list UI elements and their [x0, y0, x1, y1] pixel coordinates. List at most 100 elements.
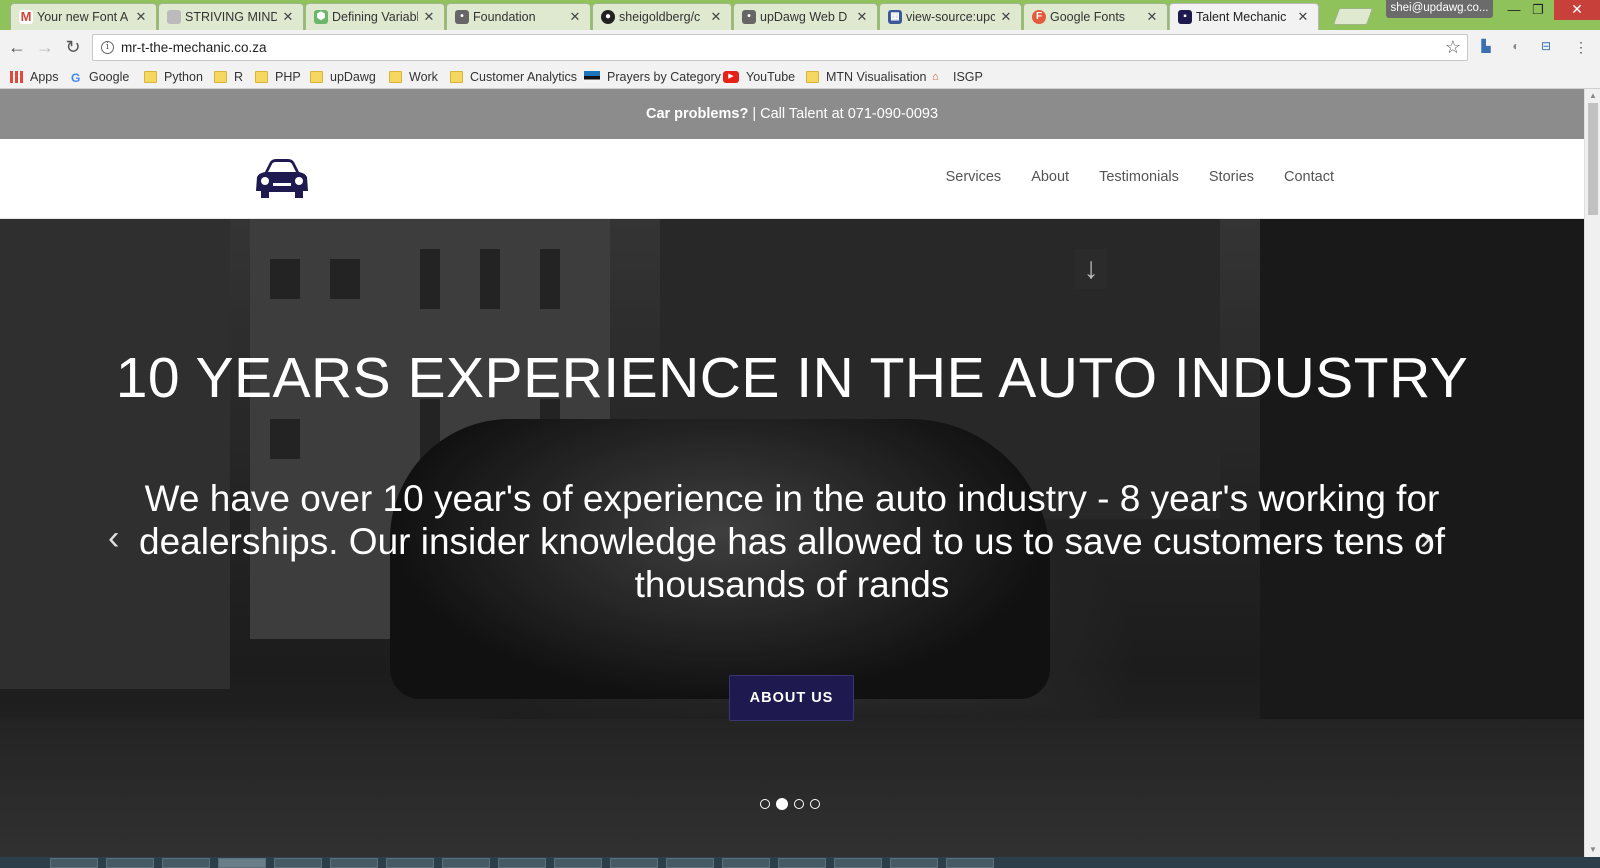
tab-google-fonts[interactable]: F Google Fonts ✕ — [1023, 3, 1168, 30]
bookmark-updawg[interactable]: upDawg — [310, 68, 376, 85]
url-text[interactable]: mr-t-the-mechanic.co.za — [121, 40, 267, 55]
taskbar-item[interactable] — [498, 858, 546, 868]
close-icon[interactable]: ✕ — [855, 9, 869, 25]
carousel-dot-4[interactable] — [810, 799, 820, 809]
extension-badge-icon[interactable]: ⊟ — [1537, 39, 1555, 55]
bookmark-isgp[interactable]: ⌂ ISGP — [932, 68, 983, 85]
taskbar-item[interactable] — [946, 858, 994, 868]
bookmark-r[interactable]: R — [214, 68, 243, 85]
bookmark-customer-analytics[interactable]: Customer Analytics — [450, 68, 577, 85]
close-icon[interactable]: ✕ — [281, 9, 295, 25]
about-us-button[interactable]: ABOUT US — [729, 675, 854, 721]
tab-gmail[interactable]: M Your new Font A ✕ — [10, 3, 157, 30]
flag-icon — [584, 70, 600, 83]
nav-about[interactable]: About — [1031, 169, 1069, 185]
close-icon[interactable]: ✕ — [1296, 9, 1310, 25]
reload-icon[interactable]: ↻ — [62, 37, 84, 57]
tab-title: STRIVING MIND — [185, 10, 277, 24]
extension-icon[interactable]: ◐ — [1507, 39, 1525, 55]
profile-badge[interactable]: shei@updawg.co... — [1386, 0, 1493, 18]
bookmark-label: upDawg — [330, 69, 376, 84]
nav-contact[interactable]: Contact — [1284, 169, 1334, 185]
taskbar-item[interactable] — [834, 858, 882, 868]
close-icon[interactable]: ✕ — [568, 9, 582, 25]
scrollbar-thumb[interactable] — [1588, 103, 1598, 215]
bookmark-google[interactable]: G Google — [71, 68, 129, 85]
carousel-dot-3[interactable] — [794, 799, 804, 809]
address-bar[interactable]: i mr-t-the-mechanic.co.za ☆ — [92, 34, 1468, 61]
tab-updawg-web[interactable]: • upDawg Web D ✕ — [733, 3, 878, 30]
tab-title: Foundation — [473, 10, 536, 24]
folder-icon — [214, 70, 227, 83]
taskbar-item[interactable] — [666, 858, 714, 868]
analytics-extension-icon[interactable]: ▙ — [1477, 39, 1495, 55]
main-nav: Services About Testimonials Stories Cont… — [946, 169, 1334, 185]
apps-grid-icon — [10, 70, 23, 83]
window-close-icon[interactable]: ✕ — [1554, 0, 1600, 20]
forward-arrow-icon[interactable]: → — [34, 37, 56, 57]
taskbar-item[interactable] — [162, 858, 210, 868]
folder-icon — [255, 70, 268, 83]
taskbar-item[interactable] — [330, 858, 378, 868]
next-slide-icon[interactable]: › — [1420, 519, 1431, 558]
scroll-down-icon[interactable]: ▼ — [1588, 845, 1598, 854]
taskbar-item[interactable] — [778, 858, 826, 868]
close-icon[interactable]: ✕ — [1145, 9, 1159, 25]
tab-title: Your new Font A — [37, 10, 129, 24]
taskbar-item[interactable] — [722, 858, 770, 868]
carousel-dot-1[interactable] — [760, 799, 770, 809]
google-fonts-icon: F — [1032, 10, 1046, 24]
call-banner: Car problems? | Call Talent at 071-090-0… — [0, 89, 1584, 139]
back-arrow-icon[interactable]: ← — [6, 37, 28, 57]
bookmark-work[interactable]: Work — [389, 68, 438, 85]
taskbar-item[interactable] — [386, 858, 434, 868]
bookmark-prayers[interactable]: Prayers by Category — [584, 68, 721, 85]
bookmark-star-icon[interactable]: ☆ — [1445, 37, 1461, 58]
tab-title: Talent Mechanic — [1196, 10, 1287, 24]
taskbar-item[interactable] — [442, 858, 490, 868]
menu-icon[interactable]: ⋮ — [1572, 39, 1590, 55]
close-icon[interactable]: ✕ — [999, 9, 1013, 25]
os-taskbar — [0, 857, 1600, 868]
tab-view-source[interactable]: ▦ view-source:upc ✕ — [879, 3, 1022, 30]
bookmark-label: ISGP — [953, 69, 983, 84]
bookmark-apps[interactable]: Apps — [10, 68, 59, 85]
new-tab-button[interactable] — [1332, 8, 1374, 25]
page-scrollbar[interactable]: ▲ ▼ — [1584, 89, 1600, 857]
close-icon[interactable]: ✕ — [134, 9, 148, 25]
taskbar-item[interactable] — [218, 858, 266, 868]
bookmark-php[interactable]: PHP — [255, 68, 301, 85]
close-icon[interactable]: ✕ — [422, 9, 436, 25]
tab-github[interactable]: ● sheigoldberg/c ✕ — [592, 3, 732, 30]
nav-services[interactable]: Services — [946, 169, 1002, 185]
info-icon[interactable]: i — [101, 41, 114, 54]
youtube-icon: ▶ — [723, 70, 739, 83]
restore-icon[interactable]: ❐ — [1524, 0, 1552, 22]
folder-icon — [450, 70, 463, 83]
taskbar-item[interactable] — [610, 858, 658, 868]
bookmark-mtn[interactable]: MTN Visualisation — [806, 68, 927, 85]
bookmark-python[interactable]: Python — [144, 68, 203, 85]
nav-stories[interactable]: Stories — [1209, 169, 1254, 185]
close-icon[interactable]: ✕ — [709, 9, 723, 25]
carousel-dot-2[interactable] — [776, 798, 788, 810]
taskbar-item[interactable] — [274, 858, 322, 868]
bookmark-youtube[interactable]: ▶ YouTube — [723, 68, 795, 85]
bookmark-label: YouTube — [746, 69, 796, 84]
taskbar-item[interactable] — [554, 858, 602, 868]
tab-title: upDawg Web D — [760, 10, 848, 24]
tab-striving-mind[interactable]: STRIVING MIND ✕ — [158, 3, 304, 30]
prev-slide-icon[interactable]: ‹ — [108, 519, 119, 558]
tab-defining-variables[interactable]: ⬢ Defining Variabl ✕ — [305, 3, 445, 30]
bookmark-label: Customer Analytics — [470, 69, 577, 84]
car-logo-icon[interactable] — [253, 158, 311, 205]
tab-foundation[interactable]: • Foundation ✕ — [446, 3, 591, 30]
scroll-up-icon[interactable]: ▲ — [1588, 91, 1598, 100]
bookmark-label: Python — [164, 69, 203, 84]
taskbar-item[interactable] — [890, 858, 938, 868]
tab-talent-mechanic[interactable]: ▪ Talent Mechanic ✕ — [1169, 3, 1319, 30]
nav-testimonials[interactable]: Testimonials — [1099, 169, 1179, 185]
taskbar-item[interactable] — [50, 858, 98, 868]
folder-icon — [806, 70, 819, 83]
taskbar-item[interactable] — [106, 858, 154, 868]
